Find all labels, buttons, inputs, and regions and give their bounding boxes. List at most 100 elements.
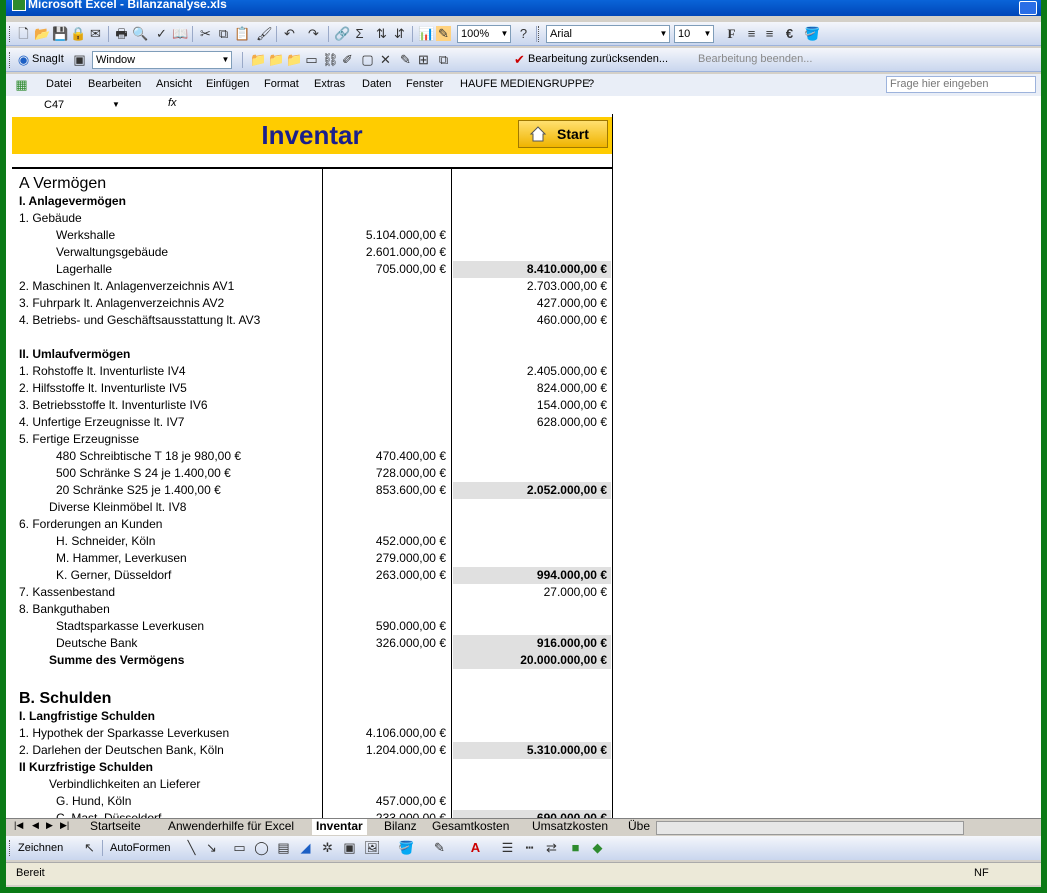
amount-cell[interactable]: 5.104.000,00 € — [322, 227, 446, 244]
menu-daten[interactable]: Daten — [362, 78, 391, 90]
picture-icon[interactable]: 🖼 — [364, 840, 381, 855]
amount-cell[interactable]: 470.400,00 € — [322, 448, 446, 465]
worksheet[interactable]: Inventar Start A Vermögen I. Anlagevermög… — [6, 114, 1041, 818]
document-icon[interactable]: ▭ — [304, 52, 319, 67]
amount-cell[interactable]: 279.000,00 € — [322, 550, 446, 567]
menu-ansicht[interactable]: Ansicht — [156, 78, 192, 90]
row-label[interactable]: II Kurzfristige Schulden — [19, 759, 319, 776]
menu-haufe[interactable]: HAUFE MEDIENGRUPPE — [460, 78, 590, 90]
snagit-window-combo[interactable]: Window ▼ — [92, 51, 232, 69]
row-label[interactable]: 4. Betriebs- und Geschäftsausstattung lt… — [19, 312, 319, 329]
undo-icon[interactable]: ↶ — [282, 26, 297, 41]
menu-bearbeiten[interactable]: Bearbeiten — [88, 78, 141, 90]
row-label[interactable]: Deutsche Bank — [56, 635, 326, 652]
review-pane-icon[interactable]: ⧉ — [436, 52, 451, 67]
total-cell[interactable]: 628.000,00 € — [453, 414, 607, 431]
arrow-icon[interactable]: ↘ — [204, 840, 219, 855]
track-changes-icon[interactable]: ✎ — [398, 52, 413, 67]
first-sheet-icon[interactable]: |◀ — [14, 820, 23, 831]
menu-fenster[interactable]: Fenster — [406, 78, 443, 90]
row-label[interactable]: 1. Hypothek der Sparkasse Leverkusen — [19, 725, 319, 742]
row-label[interactable]: 3. Betriebsstoffe lt. Inventurliste IV6 — [19, 397, 319, 414]
amount-cell[interactable]: 233.000,00 € — [322, 810, 446, 818]
shadow-icon[interactable]: ■ — [568, 840, 583, 855]
align-center-icon[interactable]: ≡ — [762, 26, 777, 41]
amount-cell[interactable]: 4.106.000,00 € — [322, 725, 446, 742]
next-sheet-icon[interactable]: ▶ — [46, 820, 53, 831]
oval-icon[interactable]: ◯ — [254, 840, 269, 855]
amount-cell[interactable]: 1.204.000,00 € — [322, 742, 446, 759]
amount-cell[interactable]: 590.000,00 € — [322, 618, 446, 635]
print-preview-icon[interactable]: 🔍 — [132, 26, 148, 41]
format-painter-icon[interactable]: 🖌 — [256, 26, 273, 41]
new-document-icon[interactable]: 🗋 — [16, 26, 31, 41]
font-size-combo[interactable]: 10 ▼ — [674, 25, 714, 43]
cut-icon[interactable]: ✂ — [198, 26, 213, 41]
row-label[interactable]: 3. Fuhrpark lt. Anlagenverzeichnis AV2 — [19, 295, 319, 312]
total-cell[interactable]: 824.000,00 € — [453, 380, 607, 397]
row-label[interactable] — [19, 669, 319, 686]
rectangle-icon[interactable]: ▭ — [232, 840, 247, 855]
help-search-input[interactable]: Frage hier eingeben — [886, 76, 1036, 93]
last-sheet-icon[interactable]: ▶| — [60, 820, 69, 831]
amount-cell[interactable]: 326.000,00 € — [322, 635, 446, 652]
row-label[interactable]: M. Hammer, Leverkusen — [56, 550, 326, 567]
amount-cell[interactable]: 705.000,00 € — [322, 261, 446, 278]
total-cell[interactable]: 460.000,00 € — [453, 312, 607, 329]
line-color-icon[interactable]: ✎ — [432, 840, 447, 855]
highlight-icon[interactable]: ✐ — [340, 52, 355, 67]
folder-icon[interactable]: 📁 — [268, 52, 284, 67]
snagit-label[interactable]: SnagIt — [32, 53, 64, 65]
amount-cell[interactable]: 457.000,00 € — [322, 793, 446, 810]
subtotal-cell[interactable]: 8.410.000,00 € — [453, 261, 607, 278]
row-label[interactable]: Stadtsparkasse Leverkusen — [56, 618, 326, 635]
row-label[interactable]: 480 Schreibtische T 18 je 980,00 € — [56, 448, 326, 465]
row-label[interactable]: Verwaltungsgebäude — [56, 244, 326, 261]
comment-icon[interactable]: ▢ — [360, 52, 375, 67]
autoshapes-button[interactable]: AutoFormen — [110, 842, 171, 854]
row-label[interactable]: A Vermögen — [19, 173, 319, 195]
draw-menu-button[interactable]: Zeichnen — [18, 842, 63, 854]
total-cell[interactable]: 2.405.000,00 € — [453, 363, 607, 380]
help-icon[interactable]: ? — [516, 26, 531, 41]
bold-button[interactable]: F — [724, 26, 739, 41]
row-label[interactable]: Lagerhalle — [56, 261, 326, 278]
redo-icon[interactable]: ↷ — [306, 26, 321, 41]
email-icon[interactable]: ✉ — [88, 26, 103, 41]
currency-button[interactable]: € — [782, 26, 797, 41]
align-left-icon[interactable]: ≡ — [744, 26, 759, 41]
row-label[interactable]: 1. Gebäude — [19, 210, 319, 227]
row-label[interactable]: B. Schulden — [19, 688, 319, 710]
diagram-icon[interactable]: ✲ — [320, 840, 335, 855]
amount-cell[interactable]: 728.000,00 € — [322, 465, 446, 482]
row-label[interactable]: 2. Hilfsstoffe lt. Inventurliste IV5 — [19, 380, 319, 397]
wordart-icon[interactable]: ◢ — [298, 840, 313, 855]
spelling-icon[interactable]: ✓ — [154, 26, 169, 41]
toolbar-grip[interactable] — [9, 840, 13, 856]
toolbar-grip[interactable] — [9, 52, 13, 68]
minimize-button[interactable] — [1019, 1, 1037, 15]
row-label[interactable]: Werkshalle — [56, 227, 326, 244]
select-objects-icon[interactable]: ↖ — [82, 840, 97, 855]
subtotal-cell[interactable]: 994.000,00 € — [453, 567, 607, 584]
menu-help[interactable]: ? — [588, 78, 594, 90]
total-cell[interactable]: 2.703.000,00 € — [453, 278, 607, 295]
open-folder-icon[interactable]: 📂 — [34, 26, 50, 41]
subtotal-cell[interactable]: 5.310.000,00 € — [453, 742, 607, 759]
sort-ascending-icon[interactable]: ⇅ — [374, 26, 389, 41]
menu-format[interactable]: Format — [264, 78, 299, 90]
chart-wizard-icon[interactable]: 📊 — [418, 26, 434, 41]
tab-uebersicht[interactable]: Übe — [628, 819, 650, 835]
fill-color-icon[interactable]: 🪣 — [804, 26, 820, 41]
menu-einfuegen[interactable]: Einfügen — [206, 78, 249, 90]
fill-color-icon[interactable]: 🪣 — [398, 840, 414, 855]
autosum-icon[interactable]: Σ — [352, 26, 367, 41]
research-icon[interactable]: 📖 — [172, 26, 188, 41]
total-cell[interactable]: 427.000,00 € — [453, 295, 607, 312]
fx-icon[interactable]: fx — [168, 97, 177, 109]
row-label[interactable]: H. Schneider, Köln — [56, 533, 326, 550]
row-label[interactable]: 500 Schränke S 24 je 1.400,00 € — [56, 465, 326, 482]
tab-startseite[interactable]: Startseite — [90, 819, 141, 835]
tab-gesamtkosten[interactable]: Gesamtkosten — [432, 819, 509, 835]
send-review-icon[interactable]: ✔ — [512, 52, 527, 67]
